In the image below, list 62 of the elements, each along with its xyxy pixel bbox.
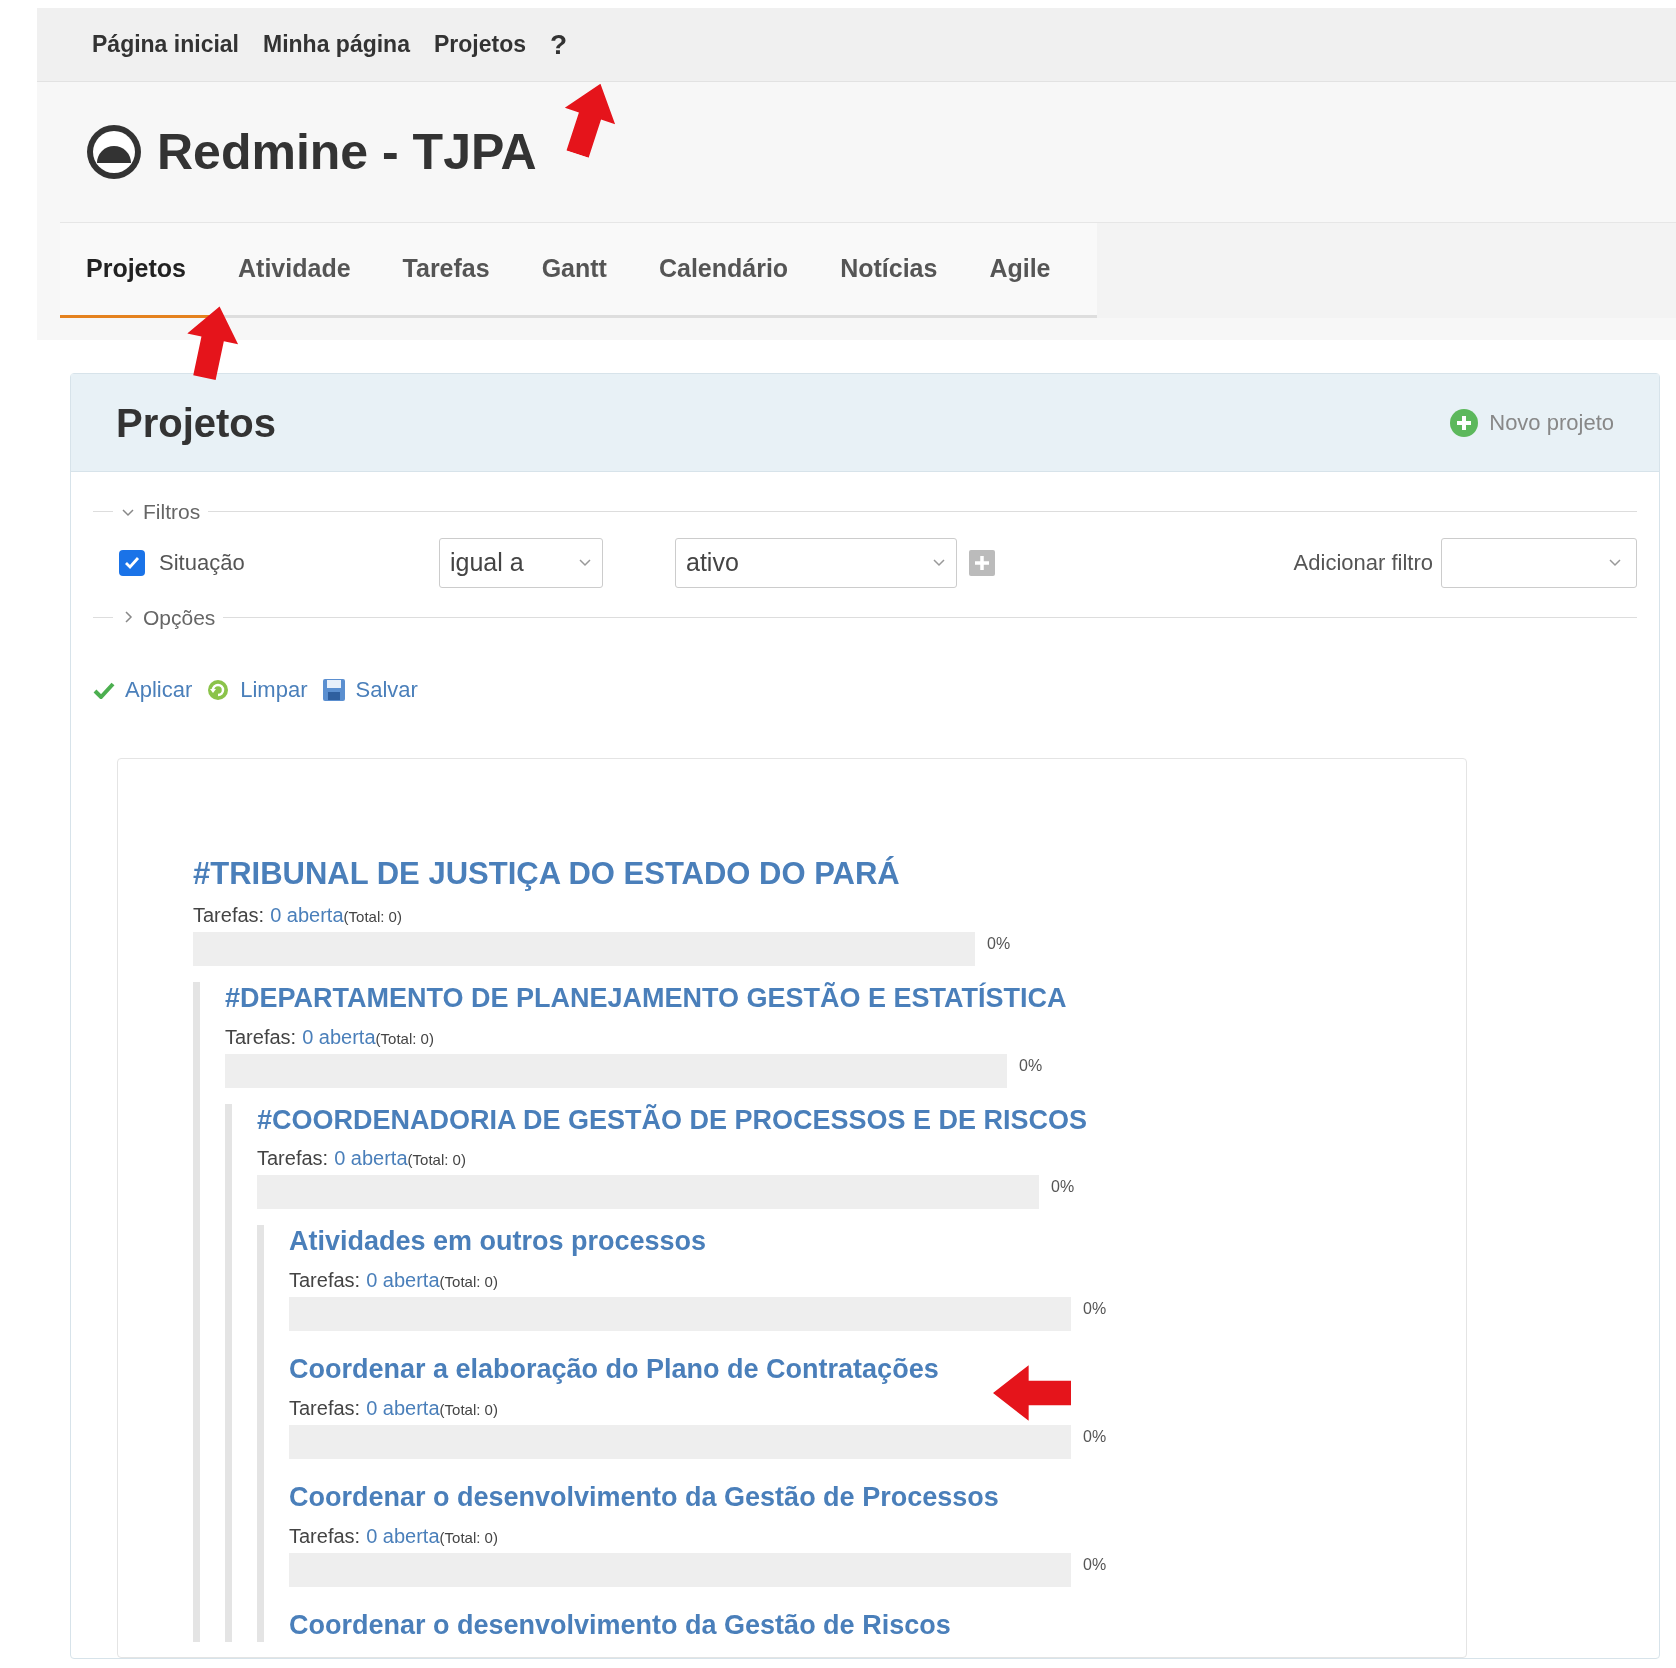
open-tasks-link[interactable]: 0 aberta bbox=[366, 1392, 440, 1423]
operator-select[interactable]: igual a bbox=[439, 537, 603, 588]
panel-title: Projetos bbox=[116, 399, 277, 447]
tasks-label: Tarefas: bbox=[289, 1395, 361, 1421]
open-tasks-link[interactable]: 0 aberta bbox=[366, 1520, 440, 1551]
action-link[interactable]: Salvar bbox=[321, 673, 418, 706]
project-link[interactable]: #COORDENADORIA DE GESTÃO DE PROCESSOS E DE RISCOS bbox=[257, 1103, 1466, 1138]
progress-percent: 0% bbox=[1019, 1055, 1043, 1076]
total-tasks-text: (Total: 0) bbox=[375, 1028, 434, 1049]
refresh-icon bbox=[206, 677, 231, 702]
total-tasks-text: (Total: 0) bbox=[343, 906, 402, 927]
filter-checkbox[interactable] bbox=[119, 549, 145, 576]
total-tasks-text: (Total: 0) bbox=[439, 1399, 498, 1420]
progress-percent: 0% bbox=[1051, 1177, 1075, 1198]
menu-tab[interactable]: Tarefas bbox=[376, 223, 516, 318]
progress-percent: 0% bbox=[1083, 1554, 1107, 1575]
open-tasks-link[interactable]: 0 aberta bbox=[334, 1143, 408, 1174]
action-link[interactable]: Limpar bbox=[206, 673, 308, 706]
project-link[interactable]: #TRIBUNAL DE JUSTIÇA DO ESTADO DO PARÁ bbox=[193, 855, 1466, 894]
menu-tab[interactable]: Gantt bbox=[515, 223, 633, 318]
total-tasks-text: (Total: 0) bbox=[439, 1527, 498, 1548]
open-tasks-link[interactable]: 0 aberta bbox=[302, 1021, 376, 1052]
top-menu-link[interactable]: Minha página bbox=[263, 27, 410, 62]
project-link[interactable]: Coordenar a elaboração do Plano de Contratações bbox=[289, 1353, 1466, 1387]
progress-percent: 0% bbox=[1083, 1299, 1107, 1319]
value-select[interactable]: ativo bbox=[675, 537, 957, 588]
total-tasks-text: (Total: 0) bbox=[439, 1273, 498, 1292]
tasks-label: Tarefas: bbox=[289, 1523, 361, 1549]
new-project-link[interactable]: Novo projeto bbox=[1449, 406, 1614, 439]
plus-square-icon[interactable] bbox=[969, 549, 995, 576]
check-icon bbox=[93, 680, 115, 699]
caret-icon bbox=[1608, 557, 1622, 568]
menu-tab[interactable]: Agile bbox=[963, 223, 1077, 318]
progress-percent: 0% bbox=[987, 933, 1011, 954]
action-link[interactable]: Aplicar bbox=[93, 673, 193, 706]
options-legend[interactable]: Opções bbox=[143, 601, 216, 633]
caret-icon bbox=[578, 557, 592, 568]
site-title: Redmine - TJPA bbox=[157, 122, 537, 182]
plus-circle-icon bbox=[1449, 407, 1480, 438]
open-tasks-link[interactable]: 0 aberta bbox=[270, 899, 344, 930]
tasks-label: Tarefas: bbox=[193, 902, 265, 928]
open-tasks-link[interactable]: 0 aberta bbox=[366, 1265, 440, 1295]
caret-icon bbox=[932, 557, 946, 568]
add-filter-label: Adicionar filtro bbox=[1293, 549, 1433, 577]
progress-percent: 0% bbox=[1083, 1426, 1107, 1447]
logo-icon bbox=[85, 123, 143, 181]
total-tasks-text: (Total: 0) bbox=[407, 1151, 466, 1171]
tasks-label: Tarefas: bbox=[225, 1024, 297, 1050]
help-link[interactable]: ? bbox=[550, 23, 568, 66]
menu-tab[interactable]: Notícias bbox=[814, 223, 964, 318]
tasks-label: Tarefas: bbox=[257, 1146, 329, 1172]
top-menu-link[interactable]: Página inicial bbox=[92, 27, 239, 62]
project-link[interactable]: Coordenar o desenvolvimento da Gestão de Riscos bbox=[289, 1608, 1466, 1643]
project-link[interactable]: Coordenar o desenvolvimento da Gestão de Processos bbox=[289, 1480, 1466, 1515]
menu-tab[interactable]: Calendário bbox=[632, 223, 815, 318]
tasks-label: Tarefas: bbox=[289, 1268, 361, 1293]
filters-legend[interactable]: Filtros bbox=[143, 496, 201, 528]
project-link[interactable]: Atividades em outros processos bbox=[289, 1225, 1466, 1259]
filter-label: Situação bbox=[159, 549, 246, 577]
top-menu-link[interactable]: Projetos bbox=[433, 27, 526, 62]
menu-tab[interactable]: Atividade bbox=[212, 223, 377, 318]
project-link[interactable]: #DEPARTAMENTO DE PLANEJAMENTO GESTÃO E ESTATÍSTICA bbox=[225, 981, 1466, 1016]
